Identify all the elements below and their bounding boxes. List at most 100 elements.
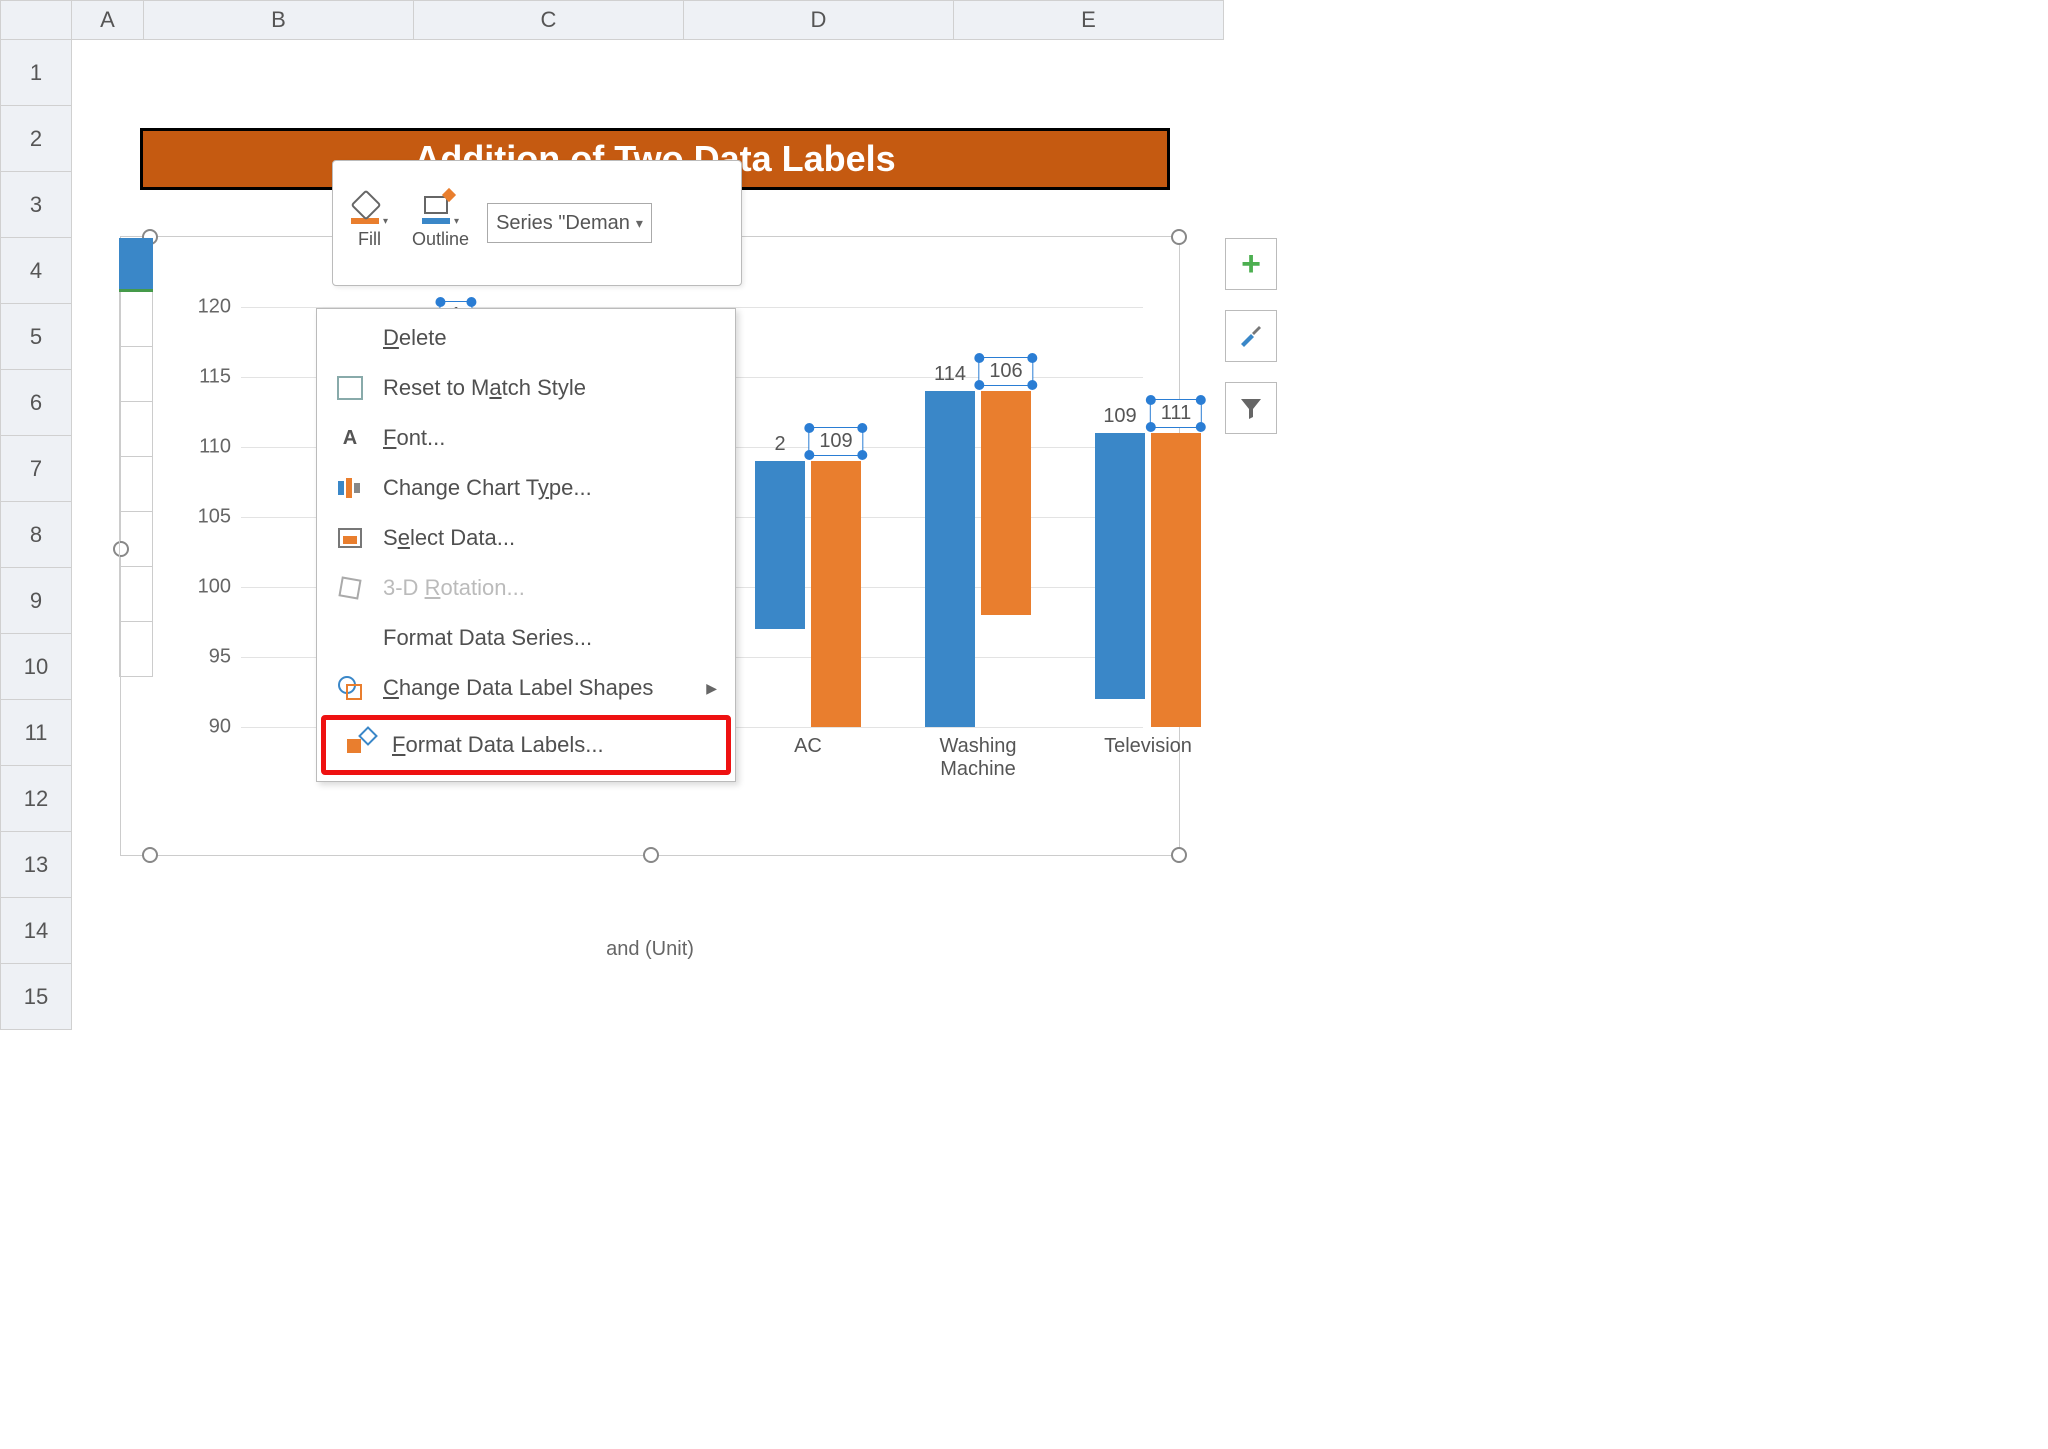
shapes-icon bbox=[335, 676, 365, 700]
bar-demand[interactable]: 109 bbox=[811, 461, 861, 727]
series-selector-text: Series "Deman bbox=[496, 212, 630, 235]
selected-data-label[interactable]: 111 bbox=[1150, 399, 1202, 428]
bar-supply[interactable]: 109 bbox=[1095, 433, 1145, 699]
label-handle[interactable] bbox=[858, 423, 868, 433]
row-header[interactable]: 11 bbox=[0, 700, 72, 766]
menu-label: Select Data... bbox=[383, 525, 515, 551]
data-label[interactable]: 2 bbox=[774, 433, 785, 456]
label-handle[interactable] bbox=[1196, 395, 1206, 405]
select-data-icon bbox=[335, 528, 365, 548]
y-tick: 105 bbox=[198, 506, 231, 529]
row-header[interactable]: 9 bbox=[0, 568, 72, 634]
label-handle[interactable] bbox=[858, 450, 868, 460]
data-label[interactable]: 109 bbox=[1103, 405, 1136, 428]
chart-legend-fragment[interactable]: and (Unit) bbox=[121, 938, 1179, 961]
row-header[interactable]: 6 bbox=[0, 370, 72, 436]
label-handle[interactable] bbox=[1146, 422, 1156, 432]
menu-reset-match-style[interactable]: Reset to Match Style bbox=[317, 363, 735, 413]
row-header[interactable]: 3 bbox=[0, 172, 72, 238]
resize-handle[interactable] bbox=[643, 847, 659, 863]
chart-elements-button[interactable]: + bbox=[1225, 238, 1277, 290]
resize-handle[interactable] bbox=[142, 847, 158, 863]
column-header[interactable]: D bbox=[684, 0, 954, 40]
selected-data-label[interactable]: 109 bbox=[808, 427, 863, 456]
label-handle[interactable] bbox=[1146, 395, 1156, 405]
menu-label: Change Data Label Shapes bbox=[383, 675, 653, 701]
chart-icon bbox=[335, 478, 365, 498]
category-label[interactable]: Washing Machine bbox=[903, 735, 1053, 781]
menu-label: Font... bbox=[383, 425, 445, 451]
plus-icon: + bbox=[1241, 245, 1261, 284]
selected-cell-fragment bbox=[119, 238, 153, 292]
label-handle[interactable] bbox=[467, 297, 477, 307]
reset-icon bbox=[335, 376, 365, 400]
spreadsheet-grid: ABCDE 123456789101112131415 bbox=[0, 0, 1300, 40]
category-label[interactable]: Television bbox=[1073, 735, 1223, 758]
label-handle[interactable] bbox=[435, 297, 445, 307]
label-handle[interactable] bbox=[804, 423, 814, 433]
row-header[interactable]: 4 bbox=[0, 238, 72, 304]
bar-supply[interactable]: 2 bbox=[755, 461, 805, 629]
bar-cluster[interactable]: 109111Television bbox=[1073, 433, 1223, 727]
menu-font[interactable]: A Font... bbox=[317, 413, 735, 463]
label-handle[interactable] bbox=[974, 353, 984, 363]
fill-button[interactable]: ▾ Fill bbox=[345, 192, 394, 254]
funnel-icon bbox=[1238, 395, 1264, 421]
select-all-corner[interactable] bbox=[0, 0, 72, 40]
row-header[interactable]: 15 bbox=[0, 964, 72, 1030]
mini-toolbar: ▾ Fill ▾ Outline Series "Deman ▾ bbox=[332, 160, 742, 286]
menu-delete[interactable]: Delete bbox=[317, 313, 735, 363]
menu-3d-rotation: 3-D Rotation... bbox=[317, 563, 735, 613]
column-headers: ABCDE bbox=[0, 0, 1300, 40]
label-handle[interactable] bbox=[1196, 422, 1206, 432]
menu-label: Delete bbox=[383, 325, 447, 351]
label-handle[interactable] bbox=[1028, 353, 1038, 363]
selected-data-label[interactable]: 106 bbox=[978, 357, 1033, 386]
highlighted-menu-item: Format Data Labels... bbox=[321, 715, 731, 775]
label-handle[interactable] bbox=[804, 450, 814, 460]
chart-styles-button[interactable] bbox=[1225, 310, 1277, 362]
menu-format-data-series[interactable]: Format Data Series... bbox=[317, 613, 735, 663]
y-tick: 115 bbox=[199, 366, 231, 389]
row-header[interactable]: 1 bbox=[0, 40, 72, 106]
data-label[interactable]: 114 bbox=[934, 363, 966, 386]
y-tick: 110 bbox=[199, 436, 231, 459]
bar-supply[interactable]: 114 bbox=[925, 391, 975, 727]
outline-button[interactable]: ▾ Outline bbox=[406, 192, 475, 254]
column-header[interactable]: A bbox=[72, 0, 144, 40]
menu-change-data-label-shapes[interactable]: Change Data Label Shapes ▶ bbox=[317, 663, 735, 713]
category-label[interactable]: AC bbox=[733, 735, 883, 758]
bar-demand[interactable]: 106 bbox=[981, 391, 1031, 615]
column-header[interactable]: E bbox=[954, 0, 1224, 40]
column-header[interactable]: C bbox=[414, 0, 684, 40]
chart-element-selector[interactable]: Series "Deman ▾ bbox=[487, 203, 652, 243]
grid-fragment bbox=[119, 292, 153, 677]
label-handle[interactable] bbox=[1028, 380, 1038, 390]
row-header[interactable]: 8 bbox=[0, 502, 72, 568]
menu-label: Format Data Labels... bbox=[392, 732, 604, 758]
y-tick: 90 bbox=[209, 716, 231, 739]
row-header[interactable]: 13 bbox=[0, 832, 72, 898]
bar-cluster[interactable]: 2109AC bbox=[733, 461, 883, 727]
column-header[interactable]: B bbox=[144, 0, 414, 40]
resize-handle[interactable] bbox=[1171, 229, 1187, 245]
label-handle[interactable] bbox=[974, 380, 984, 390]
bar-cluster[interactable]: 114106Washing Machine bbox=[903, 391, 1053, 727]
row-header[interactable]: 5 bbox=[0, 304, 72, 370]
row-header[interactable]: 12 bbox=[0, 766, 72, 832]
menu-select-data[interactable]: Select Data... bbox=[317, 513, 735, 563]
row-header[interactable]: 7 bbox=[0, 436, 72, 502]
fill-label: Fill bbox=[351, 229, 388, 250]
chevron-down-icon: ▾ bbox=[454, 216, 459, 227]
row-header[interactable]: 10 bbox=[0, 634, 72, 700]
row-header[interactable]: 2 bbox=[0, 106, 72, 172]
chevron-down-icon: ▾ bbox=[636, 215, 643, 232]
row-header[interactable]: 14 bbox=[0, 898, 72, 964]
bar-demand[interactable]: 111 bbox=[1151, 433, 1201, 727]
y-axis[interactable]: 9095100105110115120 bbox=[181, 307, 241, 727]
resize-handle[interactable] bbox=[1171, 847, 1187, 863]
menu-change-chart-type[interactable]: Change Chart Type... bbox=[317, 463, 735, 513]
chart-filter-button[interactable] bbox=[1225, 382, 1277, 434]
menu-format-data-labels[interactable]: Format Data Labels... bbox=[326, 720, 726, 770]
chevron-right-icon: ▶ bbox=[706, 680, 717, 697]
